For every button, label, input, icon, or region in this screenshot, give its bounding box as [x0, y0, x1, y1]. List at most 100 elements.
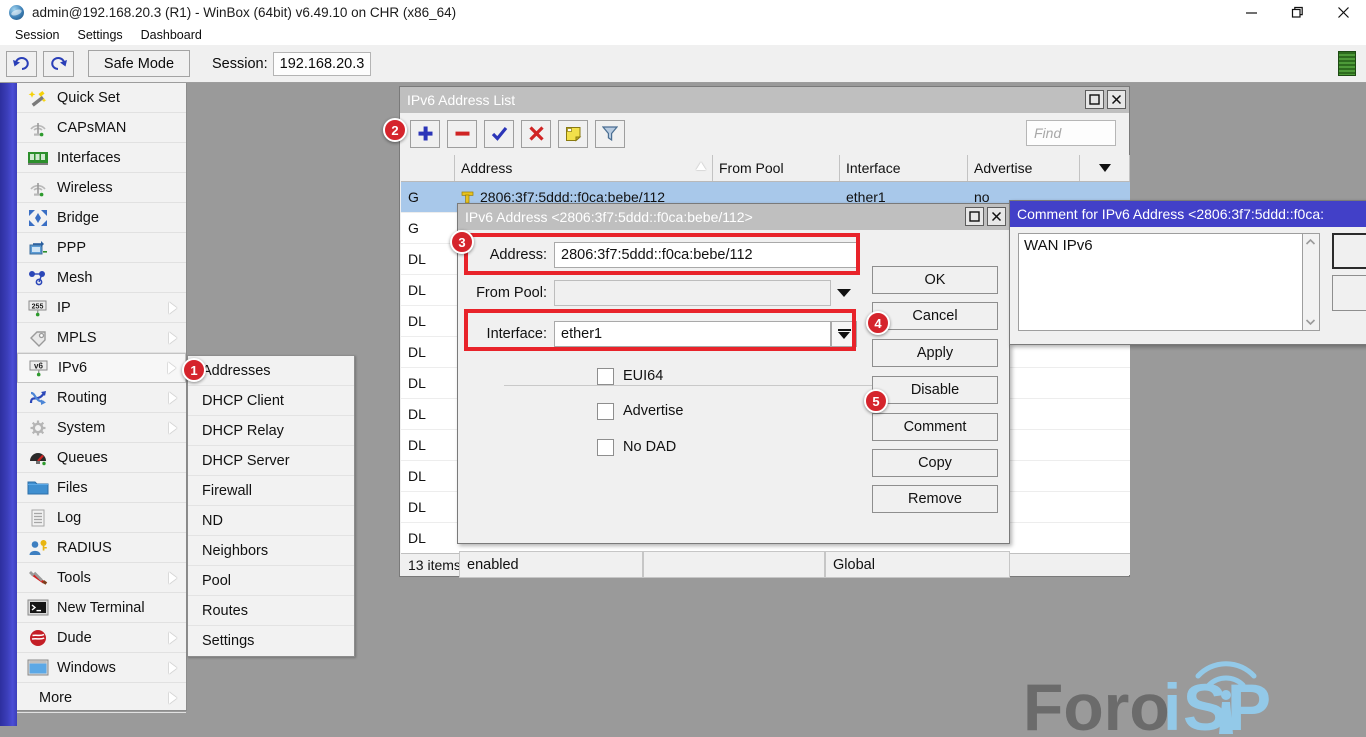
- from-pool-input[interactable]: [554, 280, 831, 306]
- submenu-item-nd[interactable]: ND: [188, 506, 354, 536]
- address-dialog-body: Address: 2806:3f7:5ddd::f0ca:bebe/112 Fr…: [458, 240, 1009, 579]
- submenu-item-settings[interactable]: Settings: [188, 626, 354, 656]
- column-header-advertise[interactable]: Advertise: [968, 155, 1080, 181]
- apply-button[interactable]: Apply: [872, 339, 998, 367]
- ip-255-icon: 255: [25, 297, 51, 319]
- cell-flags: DL: [401, 306, 455, 336]
- address-dialog-title-bar[interactable]: IPv6 Address <2806:3f7:5ddd::f0ca:bebe/1…: [458, 204, 1009, 230]
- disable-button[interactable]: [521, 120, 551, 148]
- submenu-item-addresses[interactable]: Addresses: [188, 356, 354, 386]
- restore-icon[interactable]: [1274, 0, 1320, 24]
- sidebar-item-label: Log: [57, 510, 81, 526]
- sidebar-item-quick-set[interactable]: Quick Set: [17, 83, 186, 113]
- column-header-flags[interactable]: [401, 155, 455, 181]
- sidebar-item-routing[interactable]: Routing: [17, 383, 186, 413]
- sidebar-item-dude[interactable]: Dude: [17, 623, 186, 653]
- cancel-button[interactable]: Cancel: [872, 302, 998, 330]
- terminal-icon: [25, 597, 51, 619]
- ipv6-address-dialog: IPv6 Address <2806:3f7:5ddd::f0ca:bebe/1…: [457, 203, 1010, 544]
- eui64-checkbox[interactable]: [597, 368, 614, 385]
- copy-button[interactable]: Copy: [872, 449, 998, 477]
- comment-ok-button[interactable]: [1332, 233, 1366, 269]
- add-button[interactable]: [410, 120, 440, 148]
- sidebar-item-ipv6[interactable]: v6 IPv6: [17, 353, 186, 383]
- column-header-interface[interactable]: Interface: [840, 155, 968, 181]
- sidebar-item-new-terminal[interactable]: New Terminal: [17, 593, 186, 623]
- redo-arrow-icon[interactable]: [43, 51, 74, 77]
- sidebar-item-label: CAPsMAN: [57, 120, 126, 136]
- sidebar-item-more[interactable]: More: [17, 683, 186, 713]
- remove-button[interactable]: Remove: [872, 485, 998, 513]
- submenu-item-pool[interactable]: Pool: [188, 566, 354, 596]
- maximize-icon[interactable]: [965, 207, 984, 226]
- submenu-item-firewall[interactable]: Firewall: [188, 476, 354, 506]
- enable-button[interactable]: [484, 120, 514, 148]
- routeros-rail: RouterOS WinBox: [0, 83, 17, 726]
- routing-arrows-icon: [25, 387, 51, 409]
- column-header-address[interactable]: Address: [455, 155, 713, 181]
- sidebar-item-system[interactable]: System: [17, 413, 186, 443]
- column-chooser-button[interactable]: [1080, 155, 1130, 181]
- comment-button[interactable]: Comment: [872, 413, 998, 441]
- comment-dialog-title-bar[interactable]: Comment for IPv6 Address <2806:3f7:5ddd:…: [1010, 201, 1366, 227]
- ipv6-submenu: Addresses DHCP Client DHCP Relay DHCP Se…: [187, 355, 355, 657]
- sidebar-item-ppp[interactable]: PPP: [17, 233, 186, 263]
- sidebar-item-interfaces[interactable]: Interfaces: [17, 143, 186, 173]
- comment-button[interactable]: [558, 120, 588, 148]
- sidebar-item-ip[interactable]: 255 IP: [17, 293, 186, 323]
- safe-mode-button[interactable]: Safe Mode: [88, 50, 190, 77]
- sidebar-item-tools[interactable]: Tools: [17, 563, 186, 593]
- sidebar-item-label: MPLS: [57, 330, 97, 346]
- sidebar-item-bridge[interactable]: Bridge: [17, 203, 186, 233]
- sidebar-item-capsman[interactable]: CAPsMAN: [17, 113, 186, 143]
- close-icon[interactable]: [987, 207, 1006, 226]
- filter-button[interactable]: [595, 120, 625, 148]
- undo-arrow-icon[interactable]: [6, 51, 37, 77]
- address-list-title-bar[interactable]: IPv6 Address List: [400, 87, 1129, 113]
- sidebar-item-mesh[interactable]: Mesh: [17, 263, 186, 293]
- ok-button[interactable]: OK: [872, 266, 998, 294]
- submenu-item-neighbors[interactable]: Neighbors: [188, 536, 354, 566]
- sidebar-item-wireless[interactable]: Wireless: [17, 173, 186, 203]
- disable-button[interactable]: Disable: [872, 376, 998, 404]
- sidebar-item-label: Interfaces: [57, 150, 121, 166]
- cpu-load-indicator: [1338, 51, 1356, 76]
- advertise-checkbox[interactable]: [597, 403, 614, 420]
- sidebar-item-label: Bridge: [57, 210, 99, 226]
- comment-scrollbar[interactable]: [1303, 233, 1320, 331]
- submenu-item-dhcp-relay[interactable]: DHCP Relay: [188, 416, 354, 446]
- column-header-from-pool[interactable]: From Pool: [713, 155, 840, 181]
- submenu-item-routes[interactable]: Routes: [188, 596, 354, 626]
- scroll-down-icon[interactable]: [1303, 315, 1318, 329]
- menu-item-dashboard[interactable]: Dashboard: [132, 26, 211, 44]
- sidebar-item-windows[interactable]: Windows: [17, 653, 186, 683]
- sidebar-item-queues[interactable]: Queues: [17, 443, 186, 473]
- comment-textarea[interactable]: WAN IPv6: [1018, 233, 1303, 331]
- mesh-nodes-icon: [25, 267, 51, 289]
- sidebar-item-label: IPv6: [58, 360, 87, 376]
- no-dad-checkbox[interactable]: [597, 439, 614, 456]
- minimize-icon[interactable]: [1228, 0, 1274, 24]
- cell-spacer: [1080, 523, 1130, 553]
- address-list-title: IPv6 Address List: [407, 92, 515, 108]
- remove-button[interactable]: [447, 120, 477, 148]
- close-icon[interactable]: [1107, 90, 1126, 109]
- comment-cancel-button[interactable]: [1332, 275, 1366, 311]
- menu-item-settings[interactable]: Settings: [68, 26, 131, 44]
- scroll-up-icon[interactable]: [1303, 235, 1318, 249]
- sidebar-item-files[interactable]: Files: [17, 473, 186, 503]
- close-icon[interactable]: [1320, 0, 1366, 24]
- find-input[interactable]: Find: [1026, 120, 1116, 146]
- sidebar-item-radius[interactable]: RADIUS: [17, 533, 186, 563]
- maximize-icon[interactable]: [1085, 90, 1104, 109]
- from-pool-dropdown-button[interactable]: [831, 280, 857, 306]
- menu-item-session[interactable]: Session: [6, 26, 68, 44]
- user-key-icon: [25, 537, 51, 559]
- sidebar-item-log[interactable]: Log: [17, 503, 186, 533]
- step-badge-1: 1: [182, 358, 206, 382]
- chevron-down-icon: [837, 289, 851, 297]
- submenu-item-dhcp-server[interactable]: DHCP Server: [188, 446, 354, 476]
- session-value[interactable]: 192.168.20.3: [273, 52, 372, 76]
- submenu-item-dhcp-client[interactable]: DHCP Client: [188, 386, 354, 416]
- sidebar-item-mpls[interactable]: MPLS: [17, 323, 186, 353]
